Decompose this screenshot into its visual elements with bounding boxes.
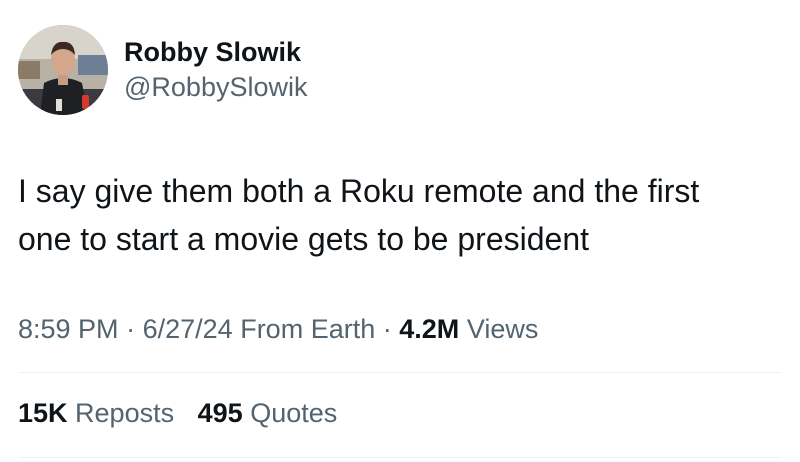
tweet-card: Robby Slowik @RobbySlowik I say give the… bbox=[0, 0, 800, 462]
views-label: Views bbox=[466, 314, 539, 344]
reposts-stat[interactable]: 15K Reposts bbox=[18, 393, 174, 433]
display-name[interactable]: Robby Slowik bbox=[124, 35, 307, 69]
author-names: Robby Slowik @RobbySlowik bbox=[124, 35, 307, 105]
reposts-label: Reposts bbox=[75, 398, 175, 428]
tweet-meta: 8:59 PM · 6/27/24 From Earth · 4.2M View… bbox=[18, 309, 538, 349]
avatar-photo bbox=[18, 25, 108, 115]
quotes-stat[interactable]: 495 Quotes bbox=[198, 393, 338, 433]
tweet-source: From Earth bbox=[240, 314, 376, 344]
views-count: 4.2M bbox=[399, 314, 460, 344]
quotes-count: 495 bbox=[197, 398, 243, 428]
avatar[interactable] bbox=[18, 25, 108, 115]
tweet-text-line: I say give them both a Roku remote and t… bbox=[18, 173, 700, 209]
timestamp-date[interactable]: 6/27/24 bbox=[143, 314, 233, 344]
tweet-text-line: one to start a movie gets to be presiden… bbox=[18, 221, 589, 257]
divider bbox=[18, 457, 782, 458]
tweet-header: Robby Slowik @RobbySlowik bbox=[18, 25, 307, 115]
tweet-text: I say give them both a Roku remote and t… bbox=[18, 167, 788, 263]
quotes-label: Quotes bbox=[250, 398, 338, 428]
divider bbox=[18, 372, 782, 373]
meta-separator: · bbox=[382, 314, 392, 344]
meta-separator bbox=[375, 314, 383, 344]
timestamp-time[interactable]: 8:59 PM bbox=[18, 314, 119, 344]
engagement-stats: 15K Reposts 495 Quotes bbox=[18, 393, 337, 433]
reposts-count: 15K bbox=[18, 398, 68, 428]
meta-separator: · bbox=[126, 314, 136, 344]
user-handle[interactable]: @RobbySlowik bbox=[124, 69, 307, 105]
